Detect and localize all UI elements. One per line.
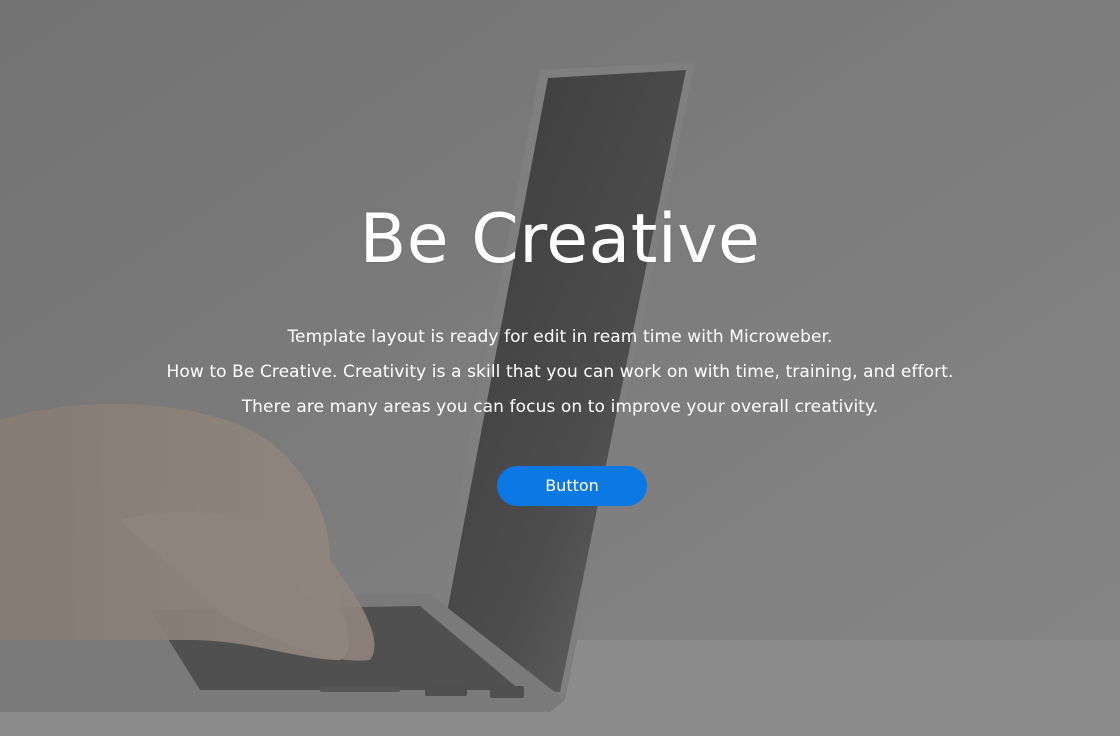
hero-description: Template layout is ready for edit in rea… bbox=[0, 320, 1120, 425]
description-line: How to Be Creative. Creativity is a skil… bbox=[166, 362, 954, 382]
description-line: Template layout is ready for edit in rea… bbox=[287, 327, 833, 347]
hero-cta-button[interactable]: Button bbox=[497, 466, 647, 506]
description-line: There are many areas you can focus on to… bbox=[241, 397, 879, 417]
hero-section: Be Creative Template layout is ready for… bbox=[0, 0, 1120, 736]
hero-content: Be Creative Template layout is ready for… bbox=[0, 0, 1120, 736]
hero-title: Be Creative bbox=[359, 200, 761, 279]
